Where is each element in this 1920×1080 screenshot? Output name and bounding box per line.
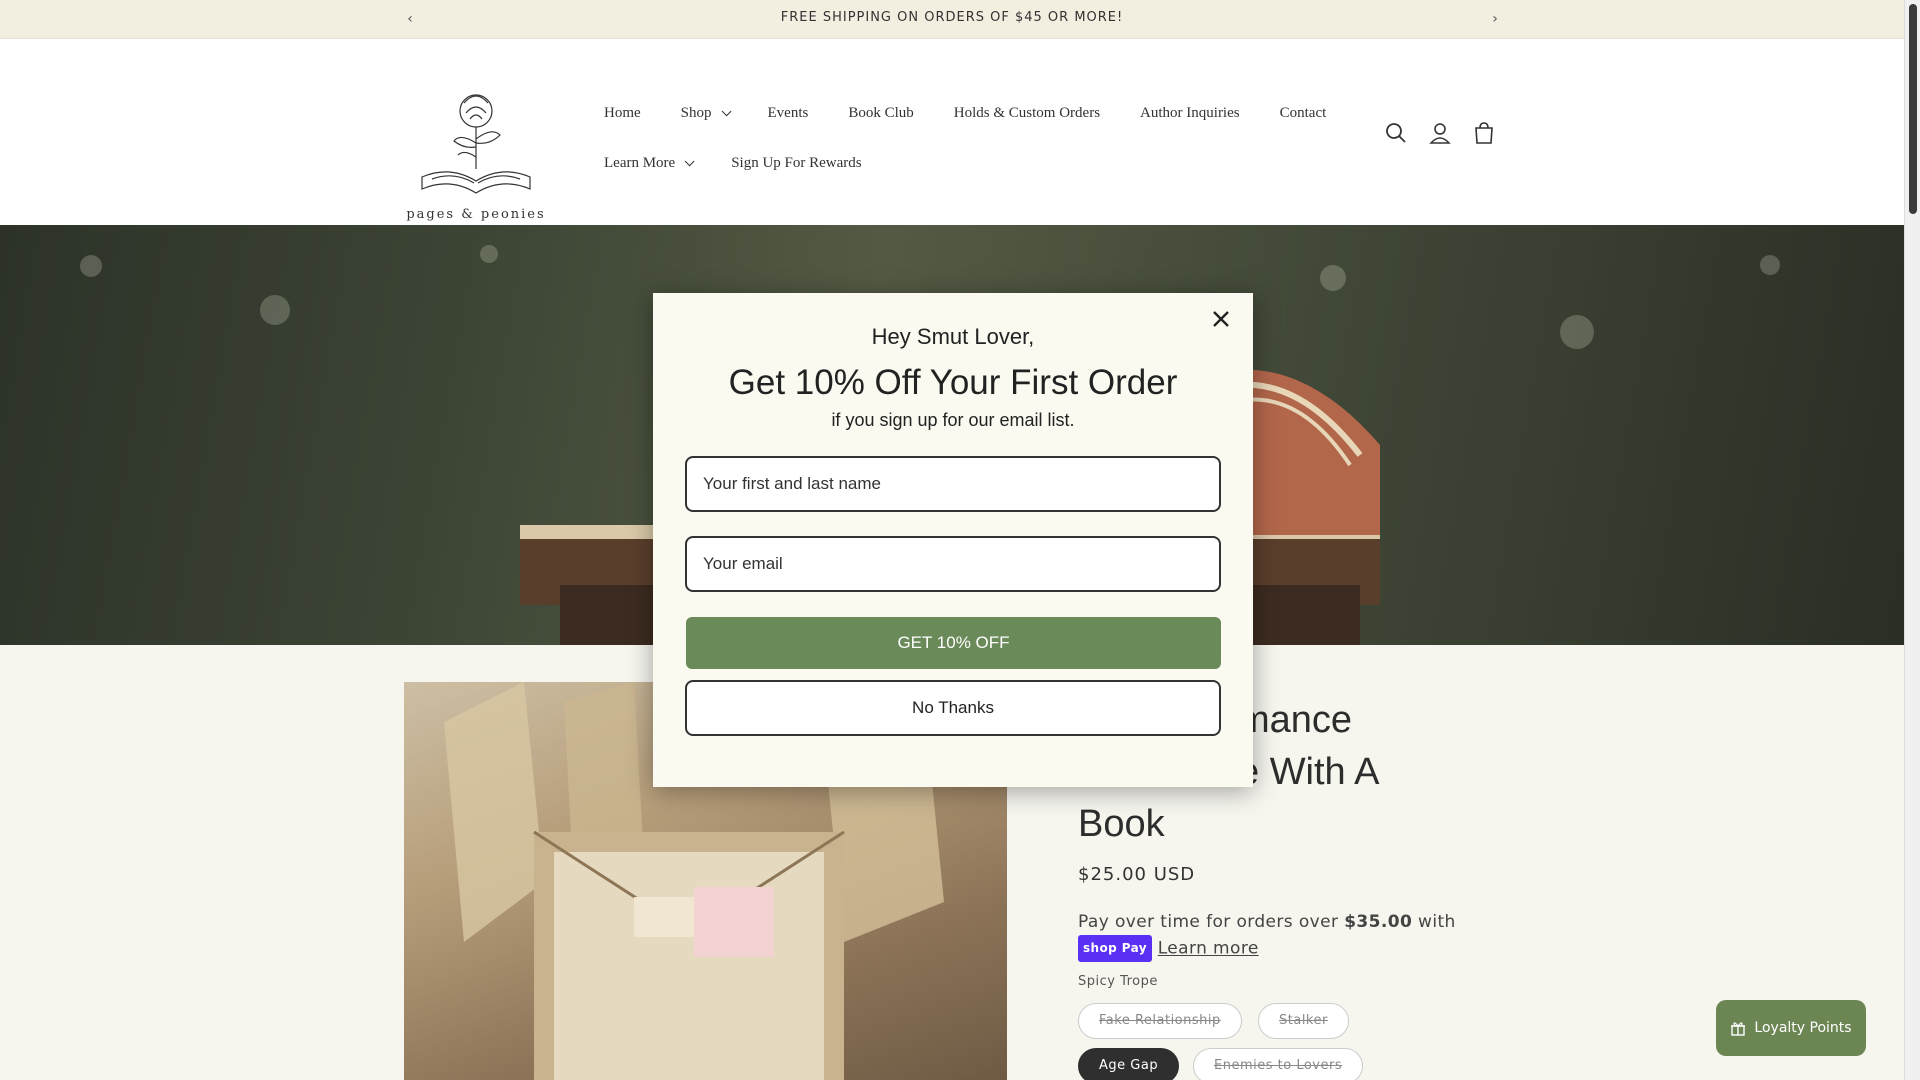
modal-greeting: Hey Smut Lover, <box>871 324 1035 349</box>
email-signup-modal: Hey Smut Lover, Get 10% Off Your First O… <box>653 293 1253 787</box>
modal-headline: Get 10% Off Your First Order <box>728 363 1178 402</box>
get-discount-button[interactable]: GET 10% OFF <box>686 617 1221 669</box>
no-thanks-button[interactable]: No Thanks <box>685 680 1221 736</box>
modal-subtext: if you sign up for our email list. <box>831 410 1075 430</box>
scrollbar-thumb[interactable] <box>1909 4 1917 214</box>
name-field[interactable] <box>685 456 1221 512</box>
email-field[interactable] <box>685 536 1221 592</box>
page-scrollbar[interactable] <box>1904 0 1920 1080</box>
